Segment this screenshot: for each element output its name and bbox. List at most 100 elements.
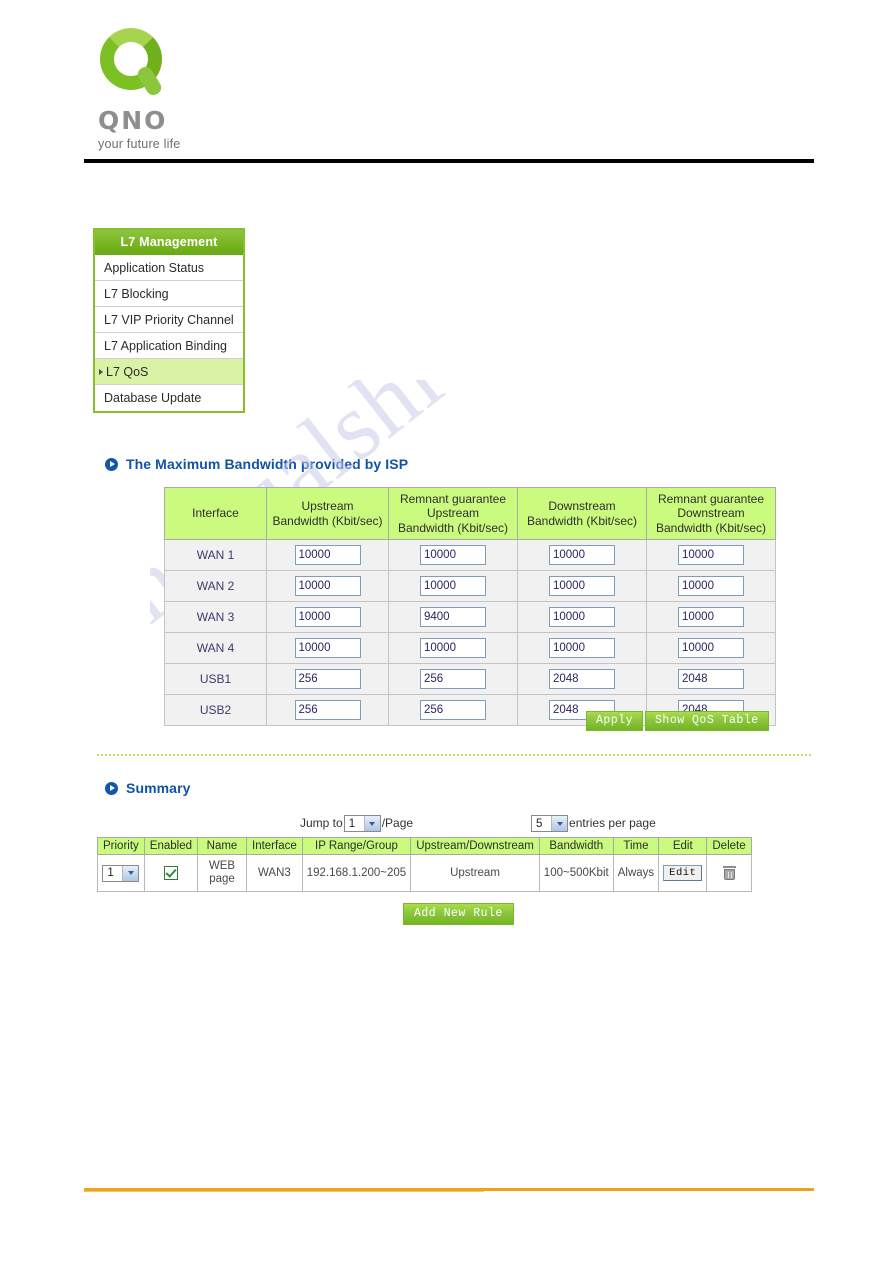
column-header-delete: Delete — [706, 837, 752, 855]
downstream-cell — [517, 570, 647, 603]
upstream-input[interactable] — [294, 545, 361, 566]
brand-wordmark: QNO — [98, 106, 168, 135]
interface-label: WAN 2 — [164, 570, 267, 603]
edit-button[interactable]: Edit — [663, 865, 703, 881]
apply-button[interactable]: Apply — [586, 711, 644, 731]
remnant-downstream-cell — [646, 539, 776, 572]
bandwidth-table: Interface Upstream Bandwidth (Kbit/sec) … — [164, 486, 776, 727]
jump-to-page-select[interactable]: 1 — [343, 815, 381, 832]
column-header-remnant-upstream-bandwidth: Remnant guarantee Upstream Bandwidth (Kb… — [388, 486, 518, 541]
table-row: WAN 2 — [164, 570, 776, 603]
sidebar-item-label: L7 Application Binding — [104, 339, 228, 353]
remnant-upstream-input[interactable] — [420, 669, 486, 690]
remnant-upstream-input[interactable] — [420, 607, 486, 628]
edit-cell: Edit — [658, 854, 708, 892]
downstream-input[interactable] — [549, 607, 615, 628]
column-header-priority: Priority — [97, 837, 145, 855]
remnant-upstream-input[interactable] — [420, 576, 486, 597]
sidebar-item-application-status[interactable]: Application Status — [95, 255, 243, 281]
brand-tagline: your future life — [98, 137, 181, 151]
add-rule-container: Add New Rule — [403, 903, 514, 925]
remnant-upstream-cell — [388, 539, 518, 572]
downstream-input[interactable] — [549, 669, 615, 690]
bandwidth-table-header-row: Interface Upstream Bandwidth (Kbit/sec) … — [164, 486, 776, 541]
remnant-downstream-input[interactable] — [678, 638, 744, 659]
table-row: WAN 1 — [164, 539, 776, 572]
chevron-down-icon — [363, 816, 380, 831]
downstream-cell — [517, 663, 647, 696]
column-header-time: Time — [612, 837, 660, 855]
remnant-downstream-input[interactable] — [678, 576, 744, 597]
sidebar-item-label: L7 QoS — [106, 365, 149, 379]
rule-bandwidth: 100~500Kbit — [538, 854, 614, 892]
downstream-input[interactable] — [549, 545, 615, 566]
sidebar-item-l7-blocking[interactable]: L7 Blocking — [95, 281, 243, 307]
show-qos-table-button[interactable]: Show QoS Table — [645, 711, 769, 731]
entries-per-page-select[interactable]: 5 — [531, 815, 569, 832]
jump-to-page-value: 1 — [348, 817, 356, 830]
upstream-input[interactable] — [294, 576, 361, 597]
chevron-down-icon — [122, 865, 139, 881]
remnant-upstream-cell — [388, 570, 518, 603]
sidebar-item-database-update[interactable]: Database Update — [95, 385, 243, 411]
column-header-edit: Edit — [658, 837, 708, 855]
upstream-input[interactable] — [294, 700, 361, 721]
rule-ip-range: 192.168.1.200~205 — [301, 854, 412, 892]
play-bullet-icon — [105, 781, 118, 795]
downstream-cell — [517, 601, 647, 634]
rule-name: WEB page — [197, 854, 247, 892]
sidebar-menu: L7 Management Application Status L7 Bloc… — [93, 228, 245, 413]
remnant-upstream-cell — [388, 601, 518, 634]
remnant-upstream-cell — [388, 632, 518, 665]
remnant-downstream-input[interactable] — [678, 545, 744, 566]
enabled-cell — [143, 854, 199, 892]
summary-table-header-row: Priority Enabled Name Interface IP Range… — [97, 837, 752, 855]
column-header-upstream-downstream: Upstream/Downstream — [410, 837, 540, 855]
upstream-cell — [266, 632, 389, 665]
interface-label: USB2 — [164, 694, 267, 727]
trash-lid-shape — [722, 866, 736, 868]
downstream-input[interactable] — [549, 576, 615, 597]
play-bullet-icon — [105, 457, 118, 471]
rule-direction: Upstream — [410, 854, 540, 892]
summary-heading-text: Summary — [126, 780, 191, 796]
remnant-upstream-cell — [388, 694, 518, 727]
entries-per-page-label: entries per page — [569, 815, 656, 830]
sidebar-item-label: Application Status — [104, 261, 205, 275]
upstream-cell — [266, 539, 389, 572]
enabled-checkbox[interactable] — [163, 866, 178, 880]
sidebar-item-l7-qos[interactable]: L7 QoS — [95, 359, 243, 385]
upstream-input[interactable] — [294, 607, 361, 628]
column-header-enabled: Enabled — [143, 837, 199, 855]
priority-cell: 1 — [97, 854, 145, 892]
downstream-input[interactable] — [549, 638, 615, 659]
upstream-input[interactable] — [294, 638, 361, 659]
column-header-ip-range-group: IP Range/Group — [301, 837, 412, 855]
priority-value: 1 — [107, 867, 114, 879]
remnant-upstream-input[interactable] — [420, 700, 486, 721]
bandwidth-heading-text: The Maximum Bandwidth provided by ISP — [126, 456, 409, 472]
section-divider — [97, 754, 811, 756]
downstream-cell — [517, 632, 647, 665]
upstream-input[interactable] — [294, 669, 361, 690]
downstream-cell — [517, 539, 647, 572]
bandwidth-section-heading: The Maximum Bandwidth provided by ISP — [105, 456, 408, 472]
column-header-bandwidth: Bandwidth — [538, 837, 614, 855]
trash-icon[interactable] — [722, 866, 736, 880]
remnant-upstream-input[interactable] — [420, 545, 486, 566]
upstream-cell — [266, 601, 389, 634]
interface-label: WAN 4 — [164, 632, 267, 665]
column-header-interface: Interface — [164, 486, 267, 541]
remnant-downstream-input[interactable] — [678, 669, 744, 690]
summary-section-heading: Summary — [105, 780, 191, 796]
add-new-rule-button[interactable]: Add New Rule — [403, 903, 514, 925]
remnant-upstream-input[interactable] — [420, 638, 486, 659]
table-row: 1 WEB page WAN3 192.168.1.200~205 Upstre… — [97, 854, 752, 892]
remnant-downstream-input[interactable] — [678, 607, 744, 628]
sidebar-item-l7-application-binding[interactable]: L7 Application Binding — [95, 333, 243, 359]
sidebar-item-l7-vip-priority-channel[interactable]: L7 VIP Priority Channel — [95, 307, 243, 333]
priority-select[interactable]: 1 — [102, 864, 140, 882]
interface-label: USB1 — [164, 663, 267, 696]
remnant-upstream-cell — [388, 663, 518, 696]
delete-cell — [706, 854, 752, 892]
